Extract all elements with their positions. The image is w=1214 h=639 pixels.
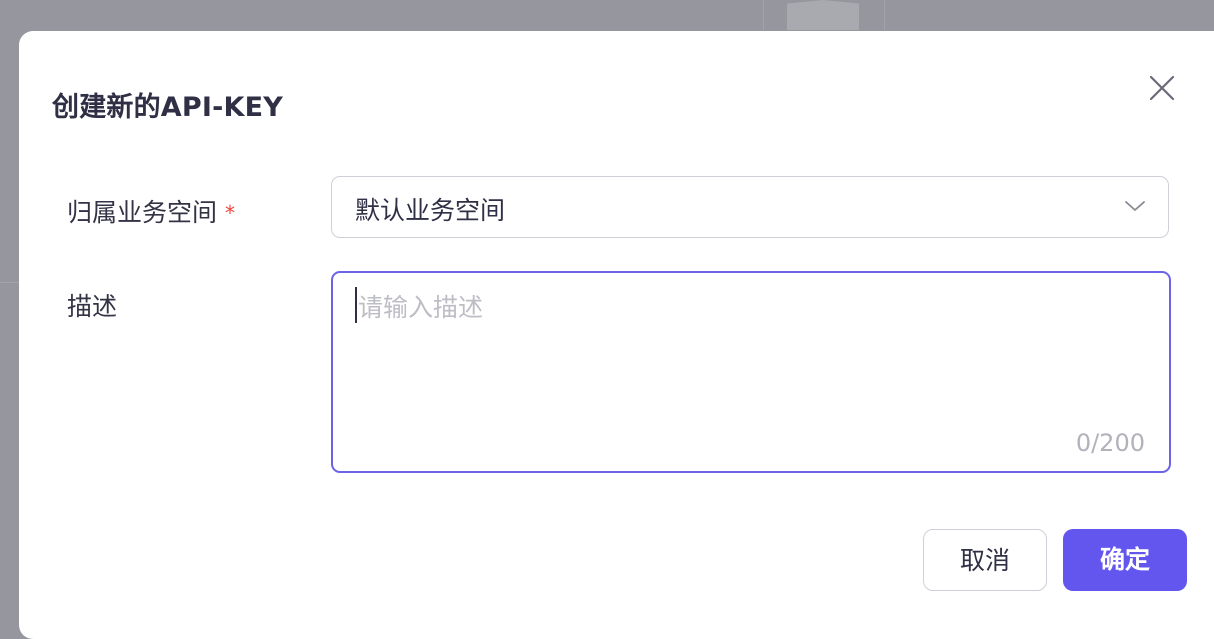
workspace-select-value: 默认业务空间 bbox=[355, 196, 506, 225]
background-cube-icon bbox=[787, 0, 859, 30]
description-textarea[interactable]: 请输入描述 0/200 bbox=[331, 271, 1171, 473]
required-asterisk: * bbox=[225, 201, 236, 225]
chevron-down-icon bbox=[1125, 201, 1145, 211]
workspace-select[interactable]: 默认业务空间 bbox=[331, 176, 1169, 238]
text-caret bbox=[355, 287, 357, 323]
confirm-button[interactable]: 确定 bbox=[1063, 529, 1187, 591]
workspace-label: 归属业务空间 * bbox=[67, 193, 235, 229]
create-api-key-dialog: 创建新的API-KEY 归属业务空间 * 默认业务空间 描述 请输入描述 0/20… bbox=[19, 31, 1214, 639]
workspace-label-text: 归属业务空间 bbox=[67, 198, 218, 227]
close-icon[interactable] bbox=[1146, 72, 1178, 104]
background-divider bbox=[0, 282, 20, 283]
character-counter: 0/200 bbox=[1075, 429, 1145, 457]
description-placeholder: 请输入描述 bbox=[358, 293, 484, 322]
cancel-button[interactable]: 取消 bbox=[923, 529, 1047, 591]
description-label: 描述 bbox=[67, 292, 118, 321]
dialog-title: 创建新的API-KEY bbox=[52, 92, 284, 123]
